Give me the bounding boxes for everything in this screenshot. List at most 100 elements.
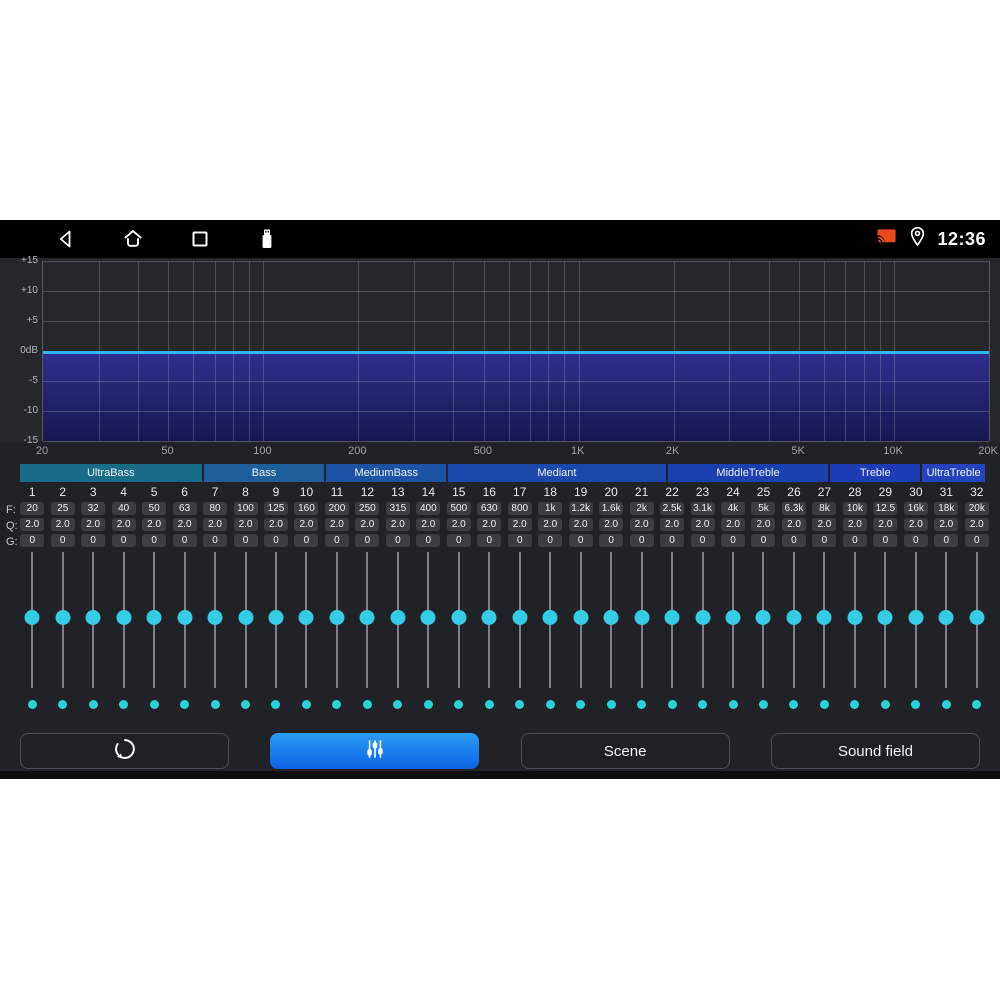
band-slider[interactable] <box>931 550 961 692</box>
band-slider[interactable] <box>626 550 656 692</box>
band-slider[interactable] <box>291 550 321 692</box>
band-frequency-chip[interactable]: 200 <box>324 502 349 515</box>
band-q-chip[interactable]: 2.0 <box>385 518 410 531</box>
band-slider[interactable] <box>47 550 77 692</box>
band-q-chip[interactable]: 2.0 <box>568 518 593 531</box>
band-q-chip[interactable]: 2.0 <box>903 518 928 531</box>
band-gain-chip[interactable]: 0 <box>324 534 349 547</box>
band-gain-chip[interactable]: 0 <box>172 534 197 547</box>
band-q-chip[interactable]: 2.0 <box>842 518 867 531</box>
band-slider[interactable] <box>809 550 839 692</box>
band-q-chip[interactable]: 2.0 <box>690 518 715 531</box>
reset-button[interactable] <box>20 733 229 769</box>
band-slider[interactable] <box>962 550 992 692</box>
band-q-chip[interactable]: 2.0 <box>538 518 563 531</box>
band-slider[interactable] <box>840 550 870 692</box>
band-slider[interactable] <box>78 550 108 692</box>
band-group-treble[interactable]: Treble <box>830 464 921 482</box>
slider-knob[interactable] <box>603 610 619 625</box>
band-q-chip[interactable]: 2.0 <box>20 518 45 531</box>
band-frequency-chip[interactable]: 400 <box>416 502 441 515</box>
band-group-ultrabass[interactable]: UltraBass <box>20 464 202 482</box>
band-gain-chip[interactable]: 0 <box>629 534 654 547</box>
slider-knob[interactable] <box>298 610 314 625</box>
band-frequency-chip[interactable]: 2k <box>629 502 654 515</box>
band-gain-chip[interactable]: 0 <box>812 534 837 547</box>
band-frequency-chip[interactable]: 32 <box>81 502 106 515</box>
slider-knob[interactable] <box>634 610 650 625</box>
band-gain-chip[interactable]: 0 <box>477 534 502 547</box>
band-frequency-chip[interactable]: 315 <box>385 502 410 515</box>
band-frequency-chip[interactable]: 1.2k <box>568 502 593 515</box>
band-frequency-chip[interactable]: 160 <box>294 502 319 515</box>
slider-knob[interactable] <box>85 610 101 625</box>
band-slider[interactable] <box>352 550 382 692</box>
band-slider[interactable] <box>108 550 138 692</box>
band-q-chip[interactable]: 2.0 <box>751 518 776 531</box>
band-frequency-chip[interactable]: 100 <box>233 502 258 515</box>
band-frequency-chip[interactable]: 250 <box>355 502 380 515</box>
band-q-chip[interactable]: 2.0 <box>324 518 349 531</box>
band-frequency-chip[interactable]: 18k <box>934 502 959 515</box>
slider-knob[interactable] <box>207 610 223 625</box>
slider-knob[interactable] <box>938 610 954 625</box>
band-frequency-chip[interactable]: 2.5k <box>660 502 685 515</box>
band-slider[interactable] <box>535 550 565 692</box>
band-slider[interactable] <box>657 550 687 692</box>
band-group-mediant[interactable]: Mediant <box>448 464 666 482</box>
band-frequency-chip[interactable]: 63 <box>172 502 197 515</box>
slider-knob[interactable] <box>359 610 375 625</box>
band-slider[interactable] <box>505 550 535 692</box>
slider-knob[interactable] <box>24 610 40 625</box>
band-gain-chip[interactable]: 0 <box>934 534 959 547</box>
band-gain-chip[interactable]: 0 <box>263 534 288 547</box>
slider-knob[interactable] <box>877 610 893 625</box>
band-frequency-chip[interactable]: 16k <box>903 502 928 515</box>
location-icon[interactable] <box>906 225 929 253</box>
band-gain-chip[interactable]: 0 <box>903 534 928 547</box>
band-q-chip[interactable]: 2.0 <box>599 518 624 531</box>
band-gain-chip[interactable]: 0 <box>660 534 685 547</box>
band-slider[interactable] <box>230 550 260 692</box>
band-frequency-chip[interactable]: 50 <box>142 502 167 515</box>
band-q-chip[interactable]: 2.0 <box>964 518 989 531</box>
band-gain-chip[interactable]: 0 <box>446 534 471 547</box>
back-icon[interactable] <box>53 226 79 252</box>
slider-knob[interactable] <box>816 610 832 625</box>
band-q-chip[interactable]: 2.0 <box>507 518 532 531</box>
slider-knob[interactable] <box>786 610 802 625</box>
band-slider[interactable] <box>901 550 931 692</box>
slider-knob[interactable] <box>664 610 680 625</box>
slider-knob[interactable] <box>512 610 528 625</box>
slider-knob[interactable] <box>755 610 771 625</box>
band-slider[interactable] <box>596 550 626 692</box>
slider-knob[interactable] <box>116 610 132 625</box>
band-q-chip[interactable]: 2.0 <box>81 518 106 531</box>
slider-knob[interactable] <box>542 610 558 625</box>
band-frequency-chip[interactable]: 3.1k <box>690 502 715 515</box>
band-slider[interactable] <box>474 550 504 692</box>
band-frequency-chip[interactable]: 10k <box>842 502 867 515</box>
band-frequency-chip[interactable]: 630 <box>477 502 502 515</box>
band-frequency-chip[interactable]: 80 <box>203 502 228 515</box>
band-group-bass[interactable]: Bass <box>203 464 325 482</box>
band-frequency-chip[interactable]: 125 <box>263 502 288 515</box>
band-frequency-chip[interactable]: 1.6k <box>599 502 624 515</box>
band-q-chip[interactable]: 2.0 <box>263 518 288 531</box>
band-frequency-chip[interactable]: 25 <box>50 502 75 515</box>
band-slider[interactable] <box>322 550 352 692</box>
slider-knob[interactable] <box>420 610 436 625</box>
slider-knob[interactable] <box>329 610 345 625</box>
band-frequency-chip[interactable]: 1k <box>538 502 563 515</box>
band-gain-chip[interactable]: 0 <box>964 534 989 547</box>
band-group-ultratreble[interactable]: UltraTreble <box>922 464 986 482</box>
band-slider[interactable] <box>17 550 47 692</box>
band-frequency-chip[interactable]: 40 <box>111 502 136 515</box>
band-q-chip[interactable]: 2.0 <box>660 518 685 531</box>
band-gain-chip[interactable]: 0 <box>507 534 532 547</box>
band-slider[interactable] <box>261 550 291 692</box>
band-q-chip[interactable]: 2.0 <box>111 518 136 531</box>
slider-knob[interactable] <box>268 610 284 625</box>
equalizer-button[interactable] <box>270 733 480 769</box>
band-q-chip[interactable]: 2.0 <box>781 518 806 531</box>
